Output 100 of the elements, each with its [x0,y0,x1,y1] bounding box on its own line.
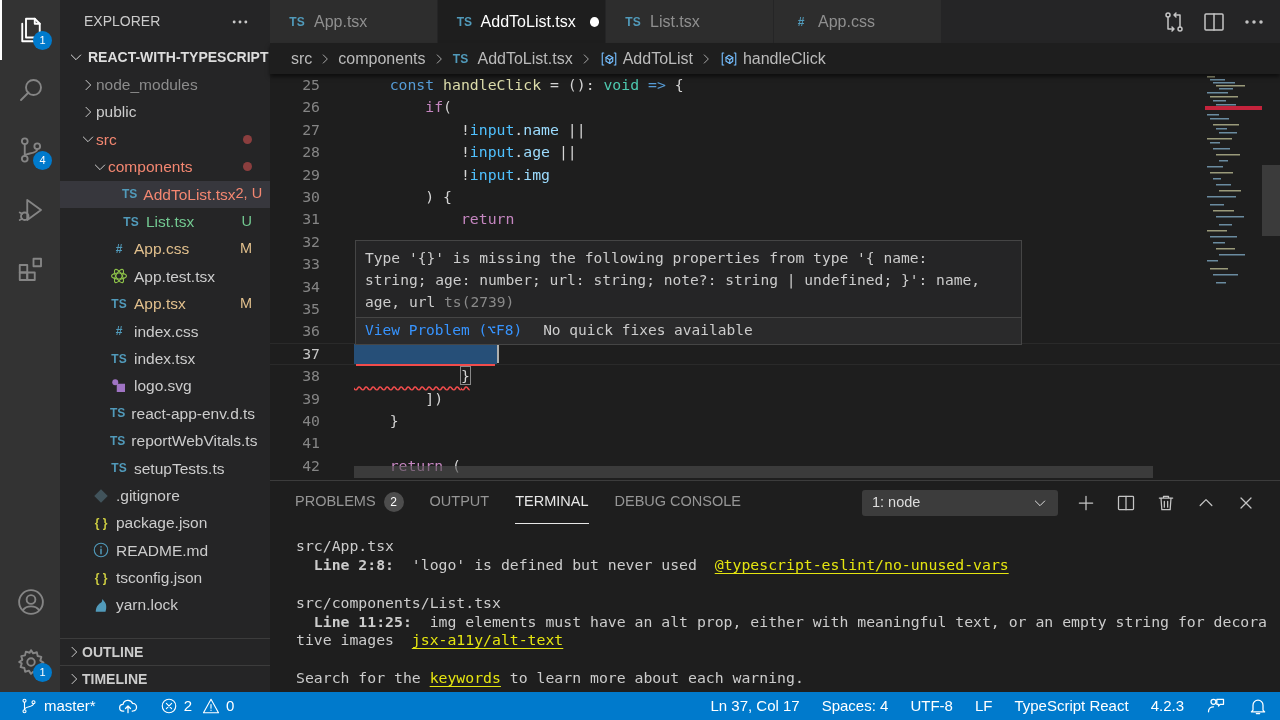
line-number: 34 [301,276,321,297]
terminal-text: tive images [296,631,395,649]
file-type-icon: # [792,12,810,31]
rule-link[interactable]: jsx-a11y/alt-text [411,631,564,649]
status-item[interactable]: UTF-8 [910,694,953,718]
file-type-icon: TS [110,404,126,423]
file-type-icon: TS [122,212,140,231]
panel-tab[interactable]: PROBLEMS 2 [295,481,404,524]
panel-tab[interactable]: TERMINAL [515,481,589,524]
quick-fix-note: No quick fixes available [543,321,753,341]
status-item[interactable]: LF [974,694,993,718]
file-type-icon: TS [110,294,128,313]
line-number: 30 [301,187,321,208]
sidebar-title: EXPLORER [84,12,161,31]
file-tree-item[interactable]: README.md [60,536,270,565]
activity-button[interactable]: 4 [0,120,60,180]
terminal-select[interactable]: 1: node [862,489,1058,516]
problems-status[interactable]: 2 0 [159,694,235,718]
scrollbar-thumb[interactable] [1262,165,1280,236]
editor-tab[interactable]: TS List.tsx [606,0,774,43]
file-type-icon: TS [110,459,128,478]
status-item[interactable]: Ln 37, Col 17 [710,694,800,718]
status-item[interactable]: Spaces: 4 [821,694,889,718]
file-type-icon: TS [110,431,126,450]
line-number: 35 [301,299,321,319]
status-item[interactable]: 4.2.3 [1150,694,1184,718]
terminal-text: 'logo' is defined but never used [410,555,698,573]
file-tree-item[interactable]: .gitignore [60,481,270,510]
file-tree-item[interactable]: App.test.tsx [60,262,270,291]
branch-icon [20,697,38,715]
file-tree-item[interactable]: public [60,98,270,126]
file-tree-item[interactable]: TS setupTests.ts [60,454,270,482]
view-problem-link[interactable]: View Problem (⌥F8) [365,320,523,342]
line-number: 26 [301,97,321,118]
line-number: 41 [301,433,321,454]
error-code-line: } [459,366,470,387]
file-type-icon: # [110,240,128,259]
branch-status[interactable]: master* [20,694,96,718]
panel-tab[interactable]: DEBUG CONSOLE [614,481,742,524]
file-type-icon: { } [92,568,110,587]
code-line: !input.age || [459,142,577,163]
notification-badge: 4 [33,151,52,170]
file-tree-item[interactable]: yarn.lock [60,591,270,619]
line-number: 42 [301,455,321,476]
line-number: 37 [301,343,321,364]
status-item[interactable]: TypeScript React [1014,694,1129,718]
file-type-icon: # [110,322,128,341]
terminal-text: Search for the [296,669,422,687]
file-tree-item[interactable]: TS App.tsx M [60,290,270,318]
breadcrumb-item[interactable]: handleClick [718,46,826,71]
file-tree-item[interactable]: components [60,153,270,181]
code-line: !input.name || [459,119,586,141]
editor-tab[interactable]: TS AddToList.tsx [438,0,606,43]
error-message: Type '{}' is missing the following properties from type '{ name: string; age: number; url: string; note?: string | undefined; }': name, age, url ts(2739) [364,248,982,312]
file-tree-item[interactable]: { } tsconfig.json [60,564,270,592]
account-icon [16,587,46,617]
file-tree-item[interactable]: { } package.json [60,509,270,537]
compare-icon[interactable] [1162,9,1186,34]
panel-tab[interactable]: OUTPUT [429,481,490,524]
activity-button[interactable]: 1 [0,632,60,692]
file-tree-item[interactable]: src [60,125,270,154]
file-tree-item[interactable]: TS index.tsx [60,344,270,373]
terminal-text: Line 2:8: [312,555,394,573]
line-number: 38 [301,366,321,387]
line-number: 36 [301,321,321,342]
terminal-text: Line 11:25: [312,612,412,630]
rule-link[interactable]: @typescript-eslint/no-unused-vars [714,555,1009,573]
file-tree-item[interactable]: TS List.tsx U [60,207,270,236]
file-tree-item[interactable]: TS react-app-env.d.ts [60,399,270,428]
notification-badge: 1 [33,31,52,50]
breadcrumb-item[interactable]: TS AddToList.tsx [451,46,573,71]
editor-tab[interactable]: TS App.tsx [270,0,438,43]
code-line: return ( [388,455,461,476]
shapes-icon [110,377,128,395]
breadcrumb-item[interactable]: components [338,46,426,71]
file-type-icon: TS [624,12,642,31]
file-type-icon: TS [288,12,306,31]
file-tree-item[interactable]: TS reportWebVitals.ts [60,427,270,455]
file-tree-item[interactable]: # App.css M [60,235,270,263]
settings-icon [16,647,46,677]
breadcrumb-item[interactable]: AddToList [598,46,693,71]
file-type-icon: TS [122,185,138,204]
file-tree-item[interactable]: TS AddToList.tsx2, U [60,180,270,208]
file-tree-item[interactable]: node_modules [60,71,270,99]
project-folder-label[interactable]: REACT-WITH-TYPESCRIPT [60,43,270,71]
terminal-text: src/App.tsx [296,537,394,554]
file-tree-item[interactable]: # index.css [60,317,270,345]
file-type-icon: { } [92,513,110,532]
unsaved-dot [589,16,599,27]
rule-link[interactable]: keywords [429,669,501,687]
editor-tab[interactable]: # App.css [774,0,942,43]
code-line: ]) [424,388,444,409]
error-icon [159,697,178,715]
breadcrumb-item[interactable]: src [291,46,313,71]
line-number: 29 [301,164,321,185]
code-line: } [388,410,399,431]
section-header[interactable]: OUTLINE [60,638,270,665]
count-badge: 2 [383,492,404,512]
file-tree-item[interactable]: logo.svg [60,372,270,400]
line-number: 27 [301,119,321,140]
